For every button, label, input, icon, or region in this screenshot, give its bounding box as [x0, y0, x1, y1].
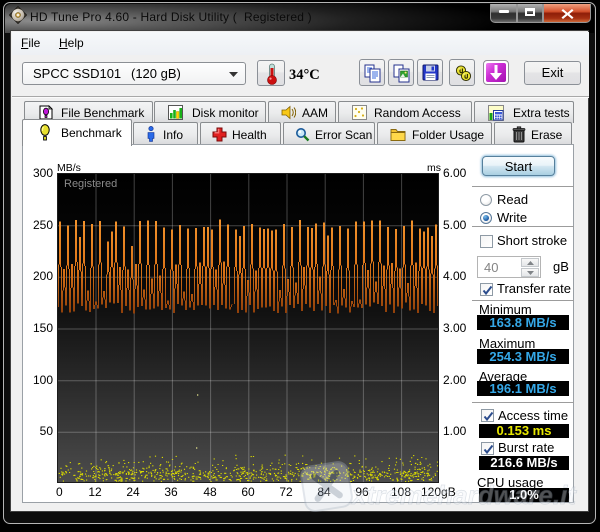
svg-text:Registered: Registered: [64, 178, 117, 190]
